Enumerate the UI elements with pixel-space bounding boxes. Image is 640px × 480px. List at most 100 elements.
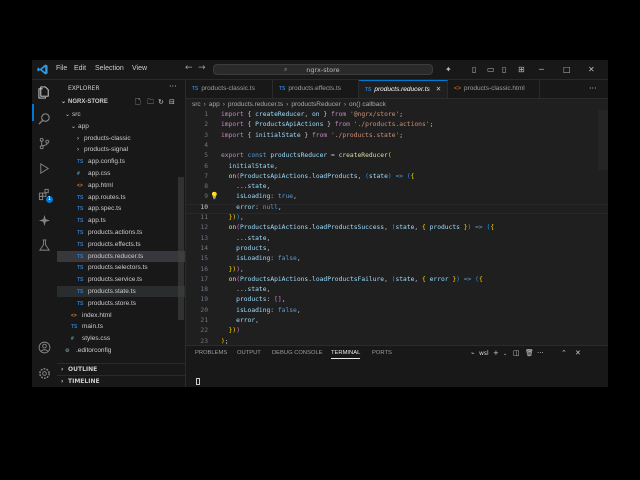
tree-item[interactable]: › products-signal <box>57 144 185 155</box>
minimize-icon[interactable]: ─ <box>539 65 544 74</box>
collapse-all-icon[interactable]: ⊟ <box>169 98 175 106</box>
tree-item[interactable]: <> index.html <box>57 310 185 321</box>
customize-layout-icon[interactable]: ⊞ <box>518 65 525 74</box>
more-actions-icon[interactable]: ··· <box>589 84 597 93</box>
new-terminal-icon[interactable]: + <box>493 349 499 357</box>
run-debug-icon[interactable] <box>38 162 51 175</box>
terminal-shell-name[interactable]: wsl <box>479 350 489 357</box>
breadcrumb-item[interactable]: app <box>209 101 220 108</box>
code-line[interactable]: products: [], <box>221 296 285 303</box>
close-window-icon[interactable]: ✕ <box>588 65 595 74</box>
copilot-icon[interactable] <box>38 214 51 227</box>
close-tab-icon[interactable]: ✕ <box>436 86 441 93</box>
search-icon[interactable] <box>38 112 51 125</box>
maximize-icon[interactable]: □ <box>563 65 571 74</box>
tree-item[interactable]: TS main.ts <box>57 321 185 332</box>
code-line[interactable]: })), <box>221 214 244 221</box>
code-line[interactable]: })) <box>221 327 240 334</box>
code-line[interactable]: ...state, <box>221 183 270 190</box>
sidebar-scrollbar[interactable] <box>178 177 184 320</box>
explorer-icon[interactable] <box>38 86 51 99</box>
source-control-icon[interactable] <box>38 137 51 150</box>
breadcrumb-item[interactable]: src <box>192 101 201 108</box>
code-line[interactable]: isLoading: true, <box>221 193 297 200</box>
panel-tab[interactable]: TERMINAL <box>331 350 361 359</box>
toggle-secondary-sidebar-icon[interactable]: ▯ <box>502 65 506 74</box>
code-line[interactable]: import { initialState } from './products… <box>221 132 403 139</box>
tree-item[interactable]: # styles.css <box>57 333 185 344</box>
tree-item[interactable]: TS products.effects.ts <box>57 239 185 250</box>
timeline-section[interactable]: › TIMELINE <box>57 375 185 387</box>
new-folder-icon[interactable]: 🗀 <box>147 98 154 109</box>
tree-item[interactable]: ⚙ .editorconfig <box>57 345 185 356</box>
tree-item[interactable]: TS products.state.ts <box>57 286 185 297</box>
toggle-primary-sidebar-icon[interactable]: ▯ <box>472 65 476 74</box>
split-terminal-icon[interactable]: ◫ <box>513 349 520 357</box>
toggle-panel-icon[interactable]: ▭ <box>487 65 495 74</box>
settings-icon[interactable] <box>38 367 51 380</box>
code-line[interactable]: ...state, <box>221 286 270 293</box>
refresh-icon[interactable]: ↻ <box>158 98 164 106</box>
tree-item[interactable]: TS app.ts <box>57 215 185 226</box>
tree-item[interactable]: › products-classic <box>57 133 185 144</box>
menu-selection[interactable]: Selection <box>95 65 124 72</box>
project-root[interactable]: ⌄ NGRX-STORE <box>57 97 185 108</box>
code-line[interactable]: ); <box>221 338 229 345</box>
command-center-search[interactable]: ⌕ ngrx-store <box>213 64 433 75</box>
editor-tab[interactable]: <> products-classic.html <box>448 80 540 98</box>
code-line[interactable]: on(ProductsApiActions.loadProductsFailur… <box>221 276 483 283</box>
testing-icon[interactable] <box>38 239 51 252</box>
tree-item[interactable]: TS app.config.ts <box>57 156 185 167</box>
breadcrumb-item[interactable]: on() callback <box>349 101 386 108</box>
code-line[interactable]: ...state, <box>221 235 270 242</box>
tree-item[interactable]: TS products.store.ts <box>57 298 185 309</box>
close-panel-icon[interactable]: ✕ <box>575 349 581 357</box>
panel-tab[interactable]: OUTPUT <box>237 350 261 356</box>
editor-tab[interactable]: TS products.reducer.ts ✕ <box>359 80 448 98</box>
code-line[interactable]: import { createReducer, on } from '@ngrx… <box>221 111 403 118</box>
breadcrumb-item[interactable]: products.reducer.ts <box>228 101 283 108</box>
tree-item[interactable]: TS app.spec.ts <box>57 203 185 214</box>
lightbulb-icon[interactable]: 💡 <box>210 192 219 200</box>
outline-section[interactable]: › OUTLINE <box>57 363 185 375</box>
account-icon[interactable] <box>38 341 51 354</box>
tree-item[interactable]: TS app.routes.ts <box>57 192 185 203</box>
back-arrow-icon[interactable]: ← <box>185 63 193 73</box>
more-actions-icon[interactable]: ··· <box>537 349 544 357</box>
menu-file[interactable]: File <box>56 65 67 72</box>
minimap[interactable] <box>598 110 608 170</box>
code-line[interactable]: on(ProductsApiActions.loadProducts, (sta… <box>221 173 415 180</box>
tree-item[interactable]: TS products.selectors.ts <box>57 262 185 273</box>
tree-item[interactable]: # app.css <box>57 168 185 179</box>
forward-arrow-icon[interactable]: → <box>198 63 206 73</box>
breadcrumb-item[interactable]: productsReducer <box>291 101 341 108</box>
menu-view[interactable]: View <box>132 65 147 72</box>
menu-edit[interactable]: Edit <box>74 65 86 72</box>
code-line[interactable]: products, <box>221 245 270 252</box>
code-line[interactable]: error, <box>221 317 259 324</box>
chevron-down-icon[interactable]: ⌄ <box>503 351 507 357</box>
code-line[interactable]: import { ProductsApiActions } from './pr… <box>221 121 433 128</box>
code-line[interactable]: on(ProductsApiActions.loadProductsSucces… <box>221 224 495 231</box>
code-line[interactable]: error: null, <box>221 204 282 211</box>
code-line[interactable]: isLoading: false, <box>221 307 301 314</box>
copilot-chat-icon[interactable]: ✦ <box>445 65 452 74</box>
code-editor[interactable]: 1 import { createReducer, on } from '@ngr… <box>186 110 608 345</box>
panel-tab[interactable]: PORTS <box>372 350 392 356</box>
maximize-panel-icon[interactable]: ⌃ <box>561 349 567 357</box>
editor-tab[interactable]: TS products-classic.ts <box>186 80 273 98</box>
code-line[interactable]: })), <box>221 266 244 273</box>
terminal-cursor[interactable] <box>196 378 200 385</box>
tree-item[interactable]: TS products.service.ts <box>57 274 185 285</box>
tree-item[interactable]: ⌄ src <box>57 109 185 120</box>
editor-tab[interactable]: TS products.effects.ts <box>273 80 359 98</box>
panel-tab[interactable]: PROBLEMS <box>195 350 227 356</box>
code-line[interactable]: export const productsReducer = createRed… <box>221 152 392 159</box>
new-file-icon[interactable]: 🗋 <box>135 98 141 109</box>
tree-item[interactable]: ⌄ app <box>57 121 185 132</box>
code-line[interactable]: isLoading: false, <box>221 255 301 262</box>
tree-item[interactable]: TS products.actions.ts <box>57 227 185 238</box>
tree-item[interactable]: TS products.reducer.ts <box>57 250 185 262</box>
tree-item[interactable]: <> app.html <box>57 180 185 191</box>
kill-terminal-icon[interactable]: 🗑 <box>525 349 534 357</box>
